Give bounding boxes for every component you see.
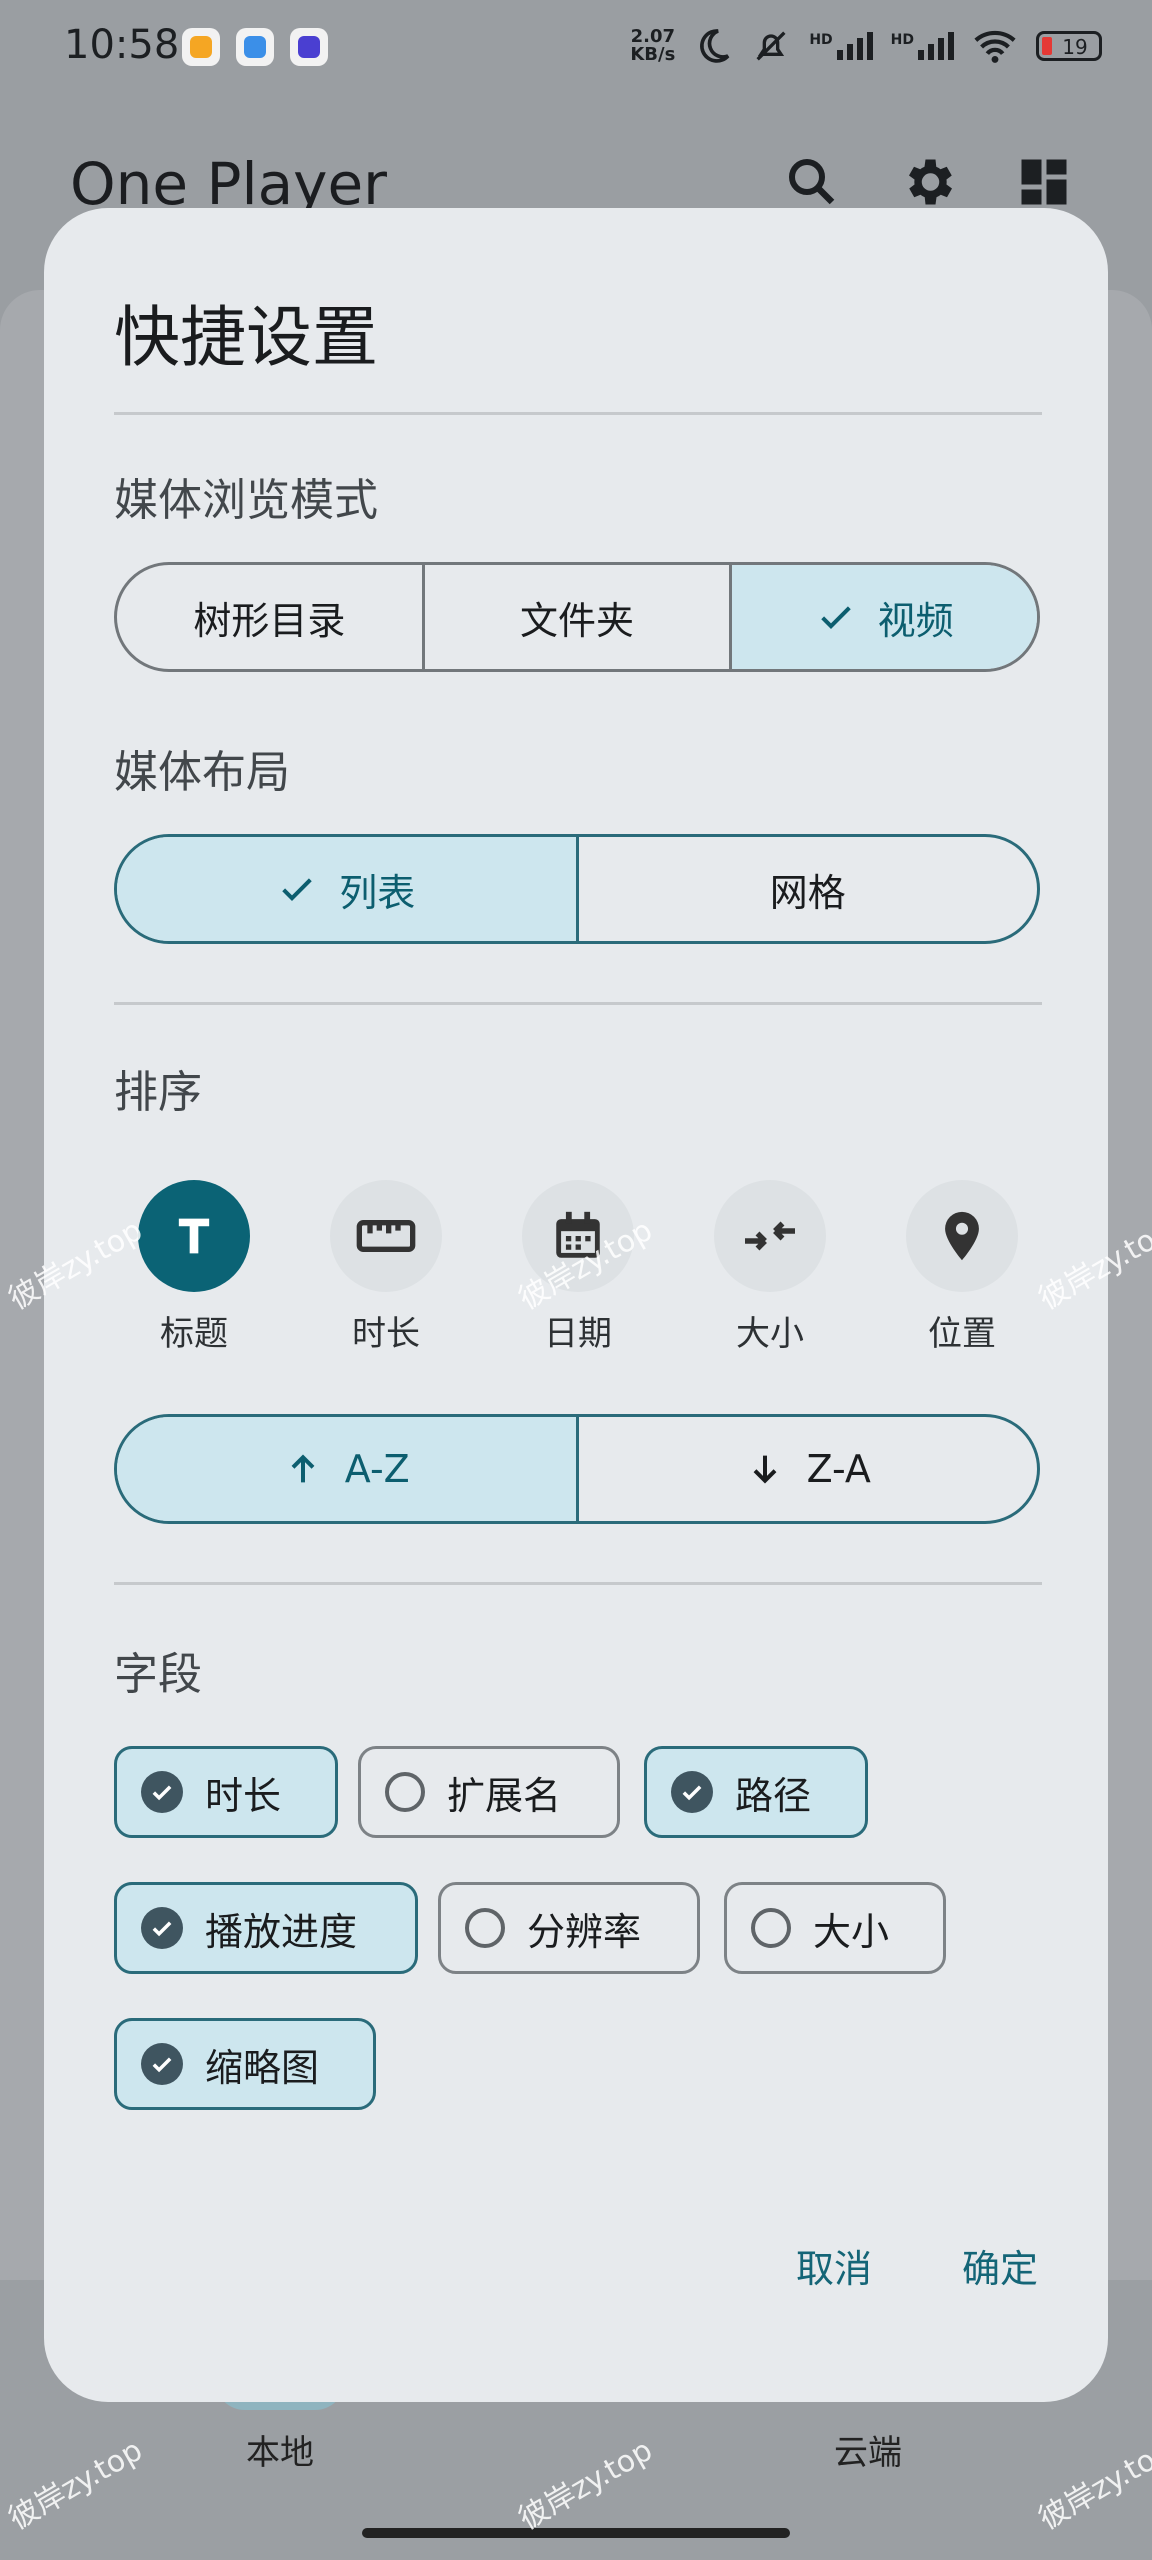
unchecked-circle-icon	[465, 1908, 505, 1948]
notification-icons	[182, 28, 328, 66]
sort-by-size[interactable]: 大小	[714, 1180, 826, 1355]
dashboard-icon[interactable]	[1014, 152, 1074, 212]
app-notification-icon	[182, 28, 220, 66]
check-icon	[282, 878, 312, 901]
signal-icon: HD	[809, 32, 873, 60]
cancel-button[interactable]: 取消	[796, 2238, 872, 2293]
sort-order-asc[interactable]: A-Z	[117, 1417, 579, 1521]
home-indicator[interactable]	[362, 2528, 790, 2538]
browse-mode-folder[interactable]: 文件夹	[425, 565, 733, 669]
layout-label: 媒体布局	[114, 747, 290, 798]
sort-by-title[interactable]: 标题	[138, 1180, 250, 1355]
dialog-title: 快捷设置	[114, 299, 378, 376]
battery-icon: 19	[1036, 31, 1102, 61]
nav-item-cloud[interactable]: 云端	[834, 2425, 902, 2474]
field-chip-thumbnail[interactable]: 缩略图	[114, 2018, 376, 2110]
search-icon[interactable]	[782, 152, 842, 212]
arrow-up-icon	[291, 1454, 315, 1483]
compress-arrows-icon	[745, 1221, 795, 1251]
status-bar: 10:58 2.07 KB/s HD HD 19	[0, 0, 1152, 100]
unchecked-circle-icon	[385, 1772, 425, 1812]
network-speed: 2.07 KB/s	[630, 26, 676, 65]
sort-label: 排序	[114, 1067, 202, 1118]
sort-by-location[interactable]: 位置	[906, 1180, 1018, 1355]
status-right: 2.07 KB/s HD HD 19	[630, 26, 1102, 66]
title-t-icon	[178, 1218, 210, 1254]
app-toolbar	[782, 152, 1074, 212]
status-time: 10:58	[64, 22, 180, 68]
arrow-down-icon	[753, 1455, 777, 1484]
quick-settings-dialog: 快捷设置 媒体浏览模式 树形目录 文件夹 视频 媒体布局 列表 网格 排序 标题…	[44, 208, 1108, 2402]
unchecked-circle-icon	[751, 1908, 791, 1948]
gear-icon[interactable]	[898, 152, 958, 212]
silent-bell-icon	[756, 31, 786, 61]
checked-circle-icon	[141, 1771, 183, 1813]
field-chip-size[interactable]: 大小	[724, 1882, 946, 1974]
checked-circle-icon	[141, 1907, 183, 1949]
fields-label: 字段	[114, 1649, 202, 1700]
field-chip-resolution[interactable]: 分辨率	[438, 1882, 700, 1974]
checked-circle-icon	[671, 1771, 713, 1813]
ruler-icon	[356, 1220, 416, 1252]
browse-mode-segmented: 树形目录 文件夹 视频	[114, 562, 1040, 672]
sort-by-duration[interactable]: 时长	[330, 1180, 442, 1355]
layout-grid[interactable]: 网格	[579, 837, 1038, 941]
field-chip-extension[interactable]: 扩展名	[358, 1746, 620, 1838]
layout-list[interactable]: 列表	[117, 837, 579, 941]
confirm-button[interactable]: 确定	[962, 2238, 1038, 2293]
field-chip-duration[interactable]: 时长	[114, 1746, 338, 1838]
field-chip-path[interactable]: 路径	[644, 1746, 868, 1838]
divider	[114, 412, 1042, 415]
location-pin-icon	[945, 1211, 979, 1261]
browse-mode-tree[interactable]: 树形目录	[117, 565, 425, 669]
browse-mode-label: 媒体浏览模式	[114, 475, 378, 526]
divider	[114, 1582, 1042, 1585]
checked-circle-icon	[141, 2043, 183, 2085]
wifi-icon	[974, 30, 1016, 63]
browse-mode-video[interactable]: 视频	[732, 565, 1037, 669]
app-notification-icon	[236, 28, 274, 66]
nav-item-local[interactable]: 本地	[246, 2425, 314, 2474]
moon-icon	[700, 29, 730, 63]
dialog-actions: 取消 确定	[796, 2238, 1038, 2293]
layout-segmented: 列表 网格	[114, 834, 1040, 944]
field-chip-progress[interactable]: 播放进度	[114, 1882, 418, 1974]
app-notification-icon	[290, 28, 328, 66]
check-icon	[820, 606, 851, 629]
sort-order-segmented: A-Z Z-A	[114, 1414, 1040, 1524]
sort-order-desc[interactable]: Z-A	[579, 1417, 1038, 1521]
divider	[114, 1002, 1042, 1005]
signal-icon: HD	[891, 32, 954, 60]
